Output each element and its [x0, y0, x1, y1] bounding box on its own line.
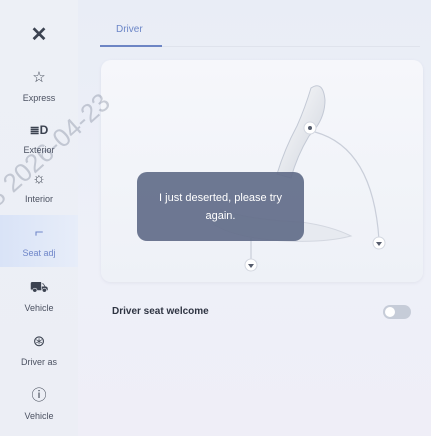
- sidebar-item-exterior[interactable]: ≣D Exterior: [0, 114, 78, 162]
- sidebar-item-label: Driver as: [20, 356, 57, 367]
- seat-icon: ⌐: [34, 223, 44, 241]
- tab-bar: Driver: [100, 18, 420, 47]
- sidebar-item-vehicle-info[interactable]: ⓘ Vehicle: [0, 380, 78, 428]
- tab-active-indicator: [100, 45, 162, 47]
- sidebar-item-label: Interior: [24, 193, 53, 204]
- sidebar-item-driver-as[interactable]: ⊛ Driver as: [0, 326, 78, 374]
- sidebar-item-label: Seat adj: [22, 247, 56, 258]
- sidebar-item-label: Exterior: [23, 144, 55, 155]
- sidebar-item-vehicle[interactable]: ⛟ Vehicle: [0, 272, 78, 320]
- sidebar-item-label: Vehicle: [24, 410, 54, 421]
- info-icon: ⓘ: [31, 386, 47, 404]
- star-icon: ☆: [32, 68, 46, 86]
- toast-message: I just deserted, please try again.: [137, 172, 304, 241]
- sidebar-item-express[interactable]: ☆ Express: [0, 62, 78, 110]
- car-icon: ⛟: [29, 278, 49, 296]
- sidebar: ✕ ☆ Express ≣D Exterior ☼ Interior ⌐ Sea…: [0, 0, 78, 436]
- close-icon[interactable]: ✕: [23, 22, 55, 46]
- sidebar-item-seat-adj[interactable]: ⌐ Seat adj: [0, 215, 78, 267]
- sun-icon: ☼: [32, 169, 46, 187]
- seat-adjustment-panel: [101, 60, 423, 282]
- sidebar-item-label: Express: [22, 92, 56, 103]
- car-lights-icon: ≣D: [29, 122, 49, 137]
- seat-slide-handle[interactable]: [244, 258, 258, 272]
- steering-wheel-icon: ⊛: [32, 332, 46, 350]
- seat-illustration: [212, 85, 386, 272]
- tab-driver[interactable]: Driver: [116, 24, 143, 35]
- driver-seat-welcome-label: Driver seat welcome: [112, 306, 209, 317]
- backrest-angle-handle[interactable]: [303, 121, 317, 135]
- driver-seat-welcome-toggle[interactable]: [383, 305, 411, 319]
- toggle-knob: [385, 307, 395, 317]
- seat-height-handle[interactable]: [372, 236, 386, 250]
- toast-text: I just deserted, please try again.: [159, 191, 282, 222]
- sidebar-item-label: Vehicle: [24, 302, 54, 313]
- sidebar-item-interior[interactable]: ☼ Interior: [0, 163, 78, 211]
